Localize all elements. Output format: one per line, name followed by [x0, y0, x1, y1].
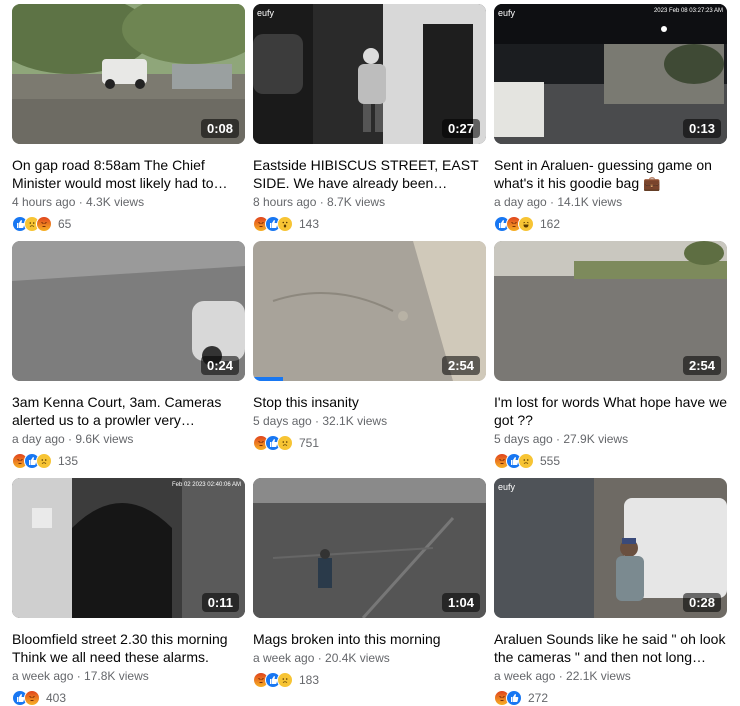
- video-duration: 0:13: [682, 119, 721, 138]
- sad-reaction-icon: [277, 672, 293, 688]
- camera-watermark: eufy: [257, 8, 275, 18]
- angry-reaction-icon: [36, 216, 52, 232]
- reaction-count: 162: [540, 217, 561, 231]
- video-duration: 0:28: [682, 593, 721, 612]
- video-duration: 2:54: [441, 356, 480, 375]
- reaction-count: 272: [528, 691, 549, 705]
- reaction-count: 65: [58, 217, 72, 231]
- reactions[interactable]: 135: [12, 452, 245, 470]
- video-thumbnail[interactable]: 0:24: [12, 241, 245, 381]
- sad-reaction-icon: [36, 453, 52, 469]
- angry-reaction-icon: [24, 690, 40, 706]
- video-card[interactable]: eufy 0:28 Araluen Sounds like he said " …: [494, 478, 727, 706]
- video-meta: a week ago · 20.4K views: [253, 651, 390, 665]
- video-card[interactable]: 0:24 3am Kenna Court, 3am. Cameras alert…: [12, 241, 245, 470]
- video-title[interactable]: Sent in Araluen- guessing game on what's…: [494, 156, 727, 192]
- video-title[interactable]: On gap road 8:58am The Chief Minister wo…: [12, 156, 245, 192]
- camera-watermark: eufy: [498, 8, 516, 18]
- camera-timestamp: 2023 Feb 08 03:27:23 AM: [653, 8, 723, 14]
- reactions[interactable]: 555: [494, 452, 727, 470]
- reactions[interactable]: 143: [253, 215, 486, 233]
- video-card[interactable]: eufy 2023 Feb 08 03:27:23 AM 0:13 Sent i…: [494, 4, 727, 233]
- video-meta: a week ago · 17.8K views: [12, 669, 149, 683]
- reaction-count: 135: [58, 454, 79, 468]
- reaction-count: 751: [299, 436, 320, 450]
- like-reaction-icon: [506, 690, 522, 706]
- video-title[interactable]: I'm lost for words What hope have we got…: [494, 393, 727, 429]
- video-thumbnail[interactable]: Feb 02 2023 02:40:06 AM 0:11: [12, 478, 245, 618]
- video-meta: 5 days ago · 32.1K views: [253, 414, 388, 428]
- video-meta: a day ago · 14.1K views: [494, 195, 623, 209]
- reaction-count: 403: [46, 691, 67, 705]
- video-duration: 0:24: [200, 356, 239, 375]
- reactions[interactable]: 183: [253, 671, 486, 689]
- video-meta: 5 days ago · 27.9K views: [494, 432, 629, 446]
- video-meta: 8 hours ago · 8.7K views: [253, 195, 386, 209]
- video-thumbnail[interactable]: eufy 0:27: [253, 4, 486, 144]
- playback-progress-bar[interactable]: [253, 377, 284, 381]
- video-meta: a week ago · 22.1K views: [494, 669, 631, 683]
- video-duration: 0:27: [441, 119, 480, 138]
- video-card[interactable]: 2:54 I'm lost for words What hope have w…: [494, 241, 727, 470]
- reactions[interactable]: 162: [494, 215, 727, 233]
- reaction-count: 555: [540, 454, 561, 468]
- video-thumbnail[interactable]: 2:54: [494, 241, 727, 381]
- reactions[interactable]: 751: [253, 434, 486, 452]
- video-title[interactable]: Mags broken into this morning 3.17am: [253, 630, 486, 648]
- reaction-count: 143: [299, 217, 320, 231]
- camera-timestamp: Feb 02 2023 02:40:06 AM: [171, 482, 241, 488]
- video-duration: 2:54: [682, 356, 721, 375]
- video-card[interactable]: eufy 0:27 Eastside HIBISCUS STREET, EAST…: [253, 4, 486, 233]
- video-grid: 0:08 On gap road 8:58am The Chief Minist…: [0, 0, 740, 706]
- sad-reaction-icon: [277, 435, 293, 451]
- video-thumbnail[interactable]: 1:04: [253, 478, 486, 618]
- video-meta: 4 hours ago · 4.3K views: [12, 195, 145, 209]
- reaction-count: 183: [299, 673, 320, 687]
- video-thumbnail[interactable]: eufy 0:28: [494, 478, 727, 618]
- video-title[interactable]: Eastside HIBISCUS STREET, EAST SIDE. We …: [253, 156, 486, 192]
- video-title[interactable]: Bloomfield street 2.30 this morning Thin…: [12, 630, 245, 666]
- video-card[interactable]: 2:54 Stop this insanity 5 days ago · 32.…: [253, 241, 486, 452]
- reactions[interactable]: 272: [494, 689, 727, 706]
- video-thumbnail[interactable]: 0:08: [12, 4, 245, 144]
- sad-reaction-icon: [518, 453, 534, 469]
- video-duration: 0:11: [201, 593, 239, 612]
- video-meta: a day ago · 9.6K views: [12, 432, 134, 446]
- video-thumbnail[interactable]: 2:54: [253, 241, 486, 381]
- video-title[interactable]: Araluen Sounds like he said " oh look th…: [494, 630, 727, 666]
- reactions[interactable]: 403: [12, 689, 245, 706]
- camera-watermark: eufy: [498, 482, 516, 492]
- video-title[interactable]: 3am Kenna Court, 3am. Cameras alerted us…: [12, 393, 245, 429]
- haha-reaction-icon: [518, 216, 534, 232]
- video-card[interactable]: 0:08 On gap road 8:58am The Chief Minist…: [12, 4, 245, 233]
- wow-reaction-icon: [277, 216, 293, 232]
- reactions[interactable]: 65: [12, 215, 245, 233]
- video-duration: 0:08: [200, 119, 239, 138]
- video-card[interactable]: Feb 02 2023 02:40:06 AM 0:11 Bloomfield …: [12, 478, 245, 706]
- video-title[interactable]: Stop this insanity: [253, 393, 486, 411]
- video-duration: 1:04: [441, 593, 480, 612]
- video-thumbnail[interactable]: eufy 2023 Feb 08 03:27:23 AM 0:13: [494, 4, 727, 144]
- video-card[interactable]: 1:04 Mags broken into this morning 3.17a…: [253, 478, 486, 689]
